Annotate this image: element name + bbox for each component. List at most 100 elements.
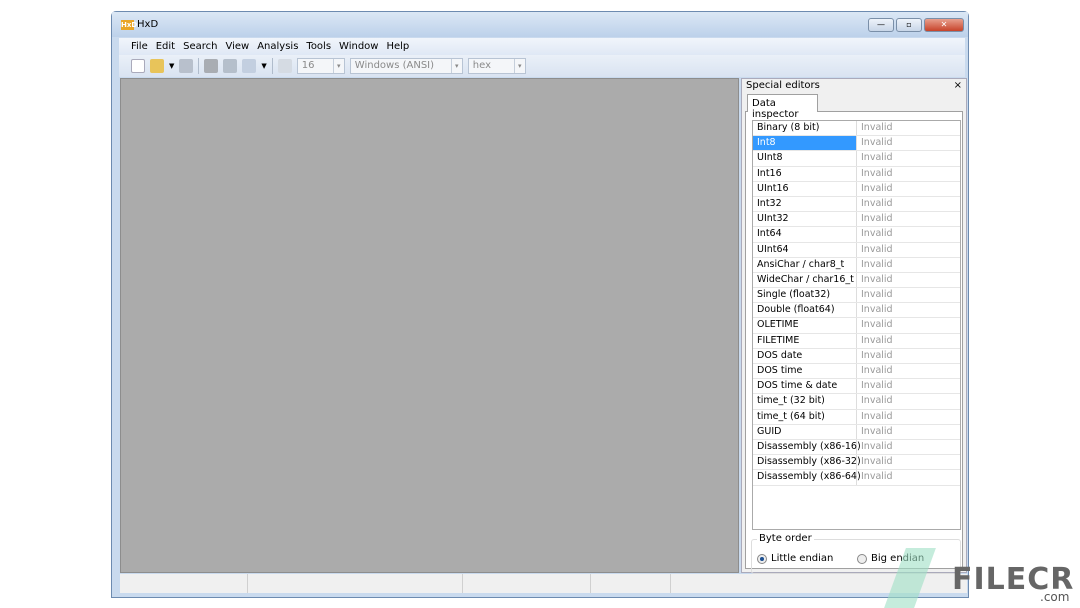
inspector-row[interactable]: Double (float64)Invalid xyxy=(753,303,960,318)
inspector-row[interactable]: Disassembly (x86-32)Invalid xyxy=(753,455,960,470)
row-type: Int32 xyxy=(753,197,857,211)
row-value[interactable]: Invalid xyxy=(857,440,893,454)
row-type: GUID xyxy=(753,425,857,439)
row-type: DOS time & date xyxy=(753,379,857,393)
menu-view[interactable]: View xyxy=(225,41,249,52)
inspector-row[interactable]: Int16Invalid xyxy=(753,167,960,182)
row-value[interactable]: Invalid xyxy=(857,425,893,439)
row-value[interactable]: Invalid xyxy=(857,303,893,317)
title-bar: HxD HxD — ▫ ✕ xyxy=(112,12,968,37)
inspector-row[interactable]: time_t (64 bit)Invalid xyxy=(753,410,960,425)
row-type: Int8 xyxy=(753,136,857,150)
inspector-row[interactable]: time_t (32 bit)Invalid xyxy=(753,394,960,409)
offset-base-select[interactable]: hex▾ xyxy=(468,58,526,74)
row-type: AnsiChar / char8_t xyxy=(753,258,857,272)
inspector-row[interactable]: Binary (8 bit)Invalid xyxy=(753,121,960,136)
inspector-row[interactable]: Disassembly (x86-64)Invalid xyxy=(753,470,960,485)
close-button[interactable]: ✕ xyxy=(924,18,964,32)
row-value[interactable]: Invalid xyxy=(857,121,893,135)
row-value[interactable]: Invalid xyxy=(857,394,893,408)
row-type: time_t (32 bit) xyxy=(753,394,857,408)
bytes-per-row-select[interactable]: 16▾ xyxy=(297,58,345,74)
row-value[interactable]: Invalid xyxy=(857,258,893,272)
row-value[interactable]: Invalid xyxy=(857,470,893,484)
row-type: Disassembly (x86-32) xyxy=(753,455,857,469)
inspector-row[interactable]: DOS time & dateInvalid xyxy=(753,379,960,394)
inspector-row[interactable]: DOS dateInvalid xyxy=(753,349,960,364)
inspector-row[interactable]: WideChar / char16_tInvalid xyxy=(753,273,960,288)
inspector-row[interactable]: Int64Invalid xyxy=(753,227,960,242)
editor-area[interactable] xyxy=(120,78,739,573)
special-editors-panel: Special editors× Data inspector Binary (… xyxy=(741,78,967,573)
menu-help[interactable]: Help xyxy=(386,41,409,52)
row-value[interactable]: Invalid xyxy=(857,212,893,226)
row-value[interactable]: Invalid xyxy=(857,182,893,196)
menu-tools[interactable]: Tools xyxy=(306,41,331,52)
row-type: time_t (64 bit) xyxy=(753,410,857,424)
row-value[interactable]: Invalid xyxy=(857,334,893,348)
little-endian-radio[interactable]: Little endian xyxy=(757,553,833,564)
row-type: DOS time xyxy=(753,364,857,378)
inspector-row[interactable]: UInt8Invalid xyxy=(753,151,960,166)
row-value[interactable]: Invalid xyxy=(857,379,893,393)
tab-data-inspector[interactable]: Data inspector xyxy=(747,94,818,112)
inspector-row[interactable]: UInt32Invalid xyxy=(753,212,960,227)
new-file-icon[interactable] xyxy=(131,59,145,73)
image-icon[interactable] xyxy=(242,59,256,73)
row-value[interactable]: Invalid xyxy=(857,197,893,211)
row-value[interactable]: Invalid xyxy=(857,410,893,424)
row-value[interactable]: Invalid xyxy=(857,364,893,378)
charset-select[interactable]: Windows (ANSI)▾ xyxy=(350,58,463,74)
row-value[interactable]: Invalid xyxy=(857,318,893,332)
row-value[interactable]: Invalid xyxy=(857,288,893,302)
row-value[interactable]: Invalid xyxy=(857,273,893,287)
inspector-row[interactable]: Single (float32)Invalid xyxy=(753,288,960,303)
ram-icon[interactable] xyxy=(204,59,218,73)
minimize-button[interactable]: — xyxy=(868,18,894,32)
inspector-row[interactable]: UInt64Invalid xyxy=(753,243,960,258)
open-file-icon[interactable] xyxy=(150,59,164,73)
row-value[interactable]: Invalid xyxy=(857,136,893,150)
inspector-row[interactable]: Disassembly (x86-16)Invalid xyxy=(753,440,960,455)
menu-bar: File Edit Search View Analysis Tools Window Hel… xyxy=(119,38,965,55)
menu-search[interactable]: Search xyxy=(183,41,217,52)
save-icon[interactable] xyxy=(179,59,193,73)
inspector-row[interactable]: Int8Invalid xyxy=(753,136,960,151)
row-type: WideChar / char16_t xyxy=(753,273,857,287)
row-value[interactable]: Invalid xyxy=(857,455,893,469)
panel-close-button[interactable]: × xyxy=(954,79,962,93)
menu-file[interactable]: File xyxy=(131,41,148,52)
row-type: Int64 xyxy=(753,227,857,241)
inspector-row[interactable]: UInt16Invalid xyxy=(753,182,960,197)
row-value[interactable]: Invalid xyxy=(857,243,893,257)
row-type: Disassembly (x86-64) xyxy=(753,470,857,484)
disk-icon[interactable] xyxy=(223,59,237,73)
hxd-window: HxD HxD — ▫ ✕ File Edit Search View Analysis… xyxy=(111,11,969,598)
maximize-button[interactable]: ▫ xyxy=(896,18,922,32)
columns-icon[interactable] xyxy=(278,59,292,73)
menu-analysis[interactable]: Analysis xyxy=(257,41,298,52)
row-type: FILETIME xyxy=(753,334,857,348)
row-type: UInt64 xyxy=(753,243,857,257)
inspector-row[interactable]: FILETIMEInvalid xyxy=(753,334,960,349)
open-dropdown-icon[interactable]: ▼ xyxy=(169,62,174,70)
inspector-row[interactable]: DOS timeInvalid xyxy=(753,364,960,379)
inspector-row[interactable]: GUIDInvalid xyxy=(753,425,960,440)
image-dropdown-icon[interactable]: ▼ xyxy=(261,62,266,70)
row-type: Int16 xyxy=(753,167,857,181)
separator xyxy=(198,58,199,74)
row-value[interactable]: Invalid xyxy=(857,167,893,181)
row-value[interactable]: Invalid xyxy=(857,349,893,363)
row-type: Binary (8 bit) xyxy=(753,121,857,135)
menu-edit[interactable]: Edit xyxy=(156,41,175,52)
inspector-row[interactable]: Int32Invalid xyxy=(753,197,960,212)
row-type: UInt32 xyxy=(753,212,857,226)
inspector-row[interactable]: AnsiChar / char8_tInvalid xyxy=(753,258,960,273)
row-value[interactable]: Invalid xyxy=(857,227,893,241)
row-type: DOS date xyxy=(753,349,857,363)
row-type: Double (float64) xyxy=(753,303,857,317)
row-value[interactable]: Invalid xyxy=(857,151,893,165)
inspector-row[interactable]: OLETIMEInvalid xyxy=(753,318,960,333)
window-title: HxD xyxy=(137,19,158,30)
menu-window[interactable]: Window xyxy=(339,41,378,52)
